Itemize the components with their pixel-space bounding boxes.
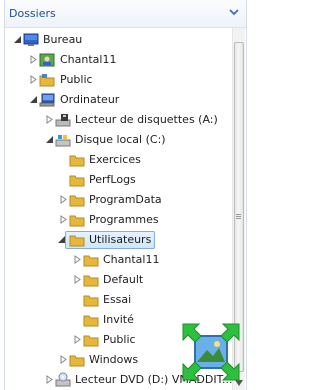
collapse-arrow-icon[interactable]: [13, 35, 22, 44]
tree-label: ProgramData: [89, 193, 162, 206]
tree-item-exercices[interactable]: Exercices: [5, 150, 233, 170]
expand-image-icon[interactable]: [181, 322, 241, 382]
user-folder-icon: [39, 53, 55, 67]
tree-label: Default: [103, 273, 144, 286]
tree-label: Exercices: [89, 153, 141, 166]
collapse-arrow-icon[interactable]: [29, 95, 38, 104]
folder-icon: [83, 335, 99, 347]
tree-label: PerfLogs: [89, 173, 136, 186]
tree-item-chantal11[interactable]: Chantal11: [5, 50, 233, 70]
expand-arrow-icon[interactable]: [29, 75, 38, 84]
folder-icon: [83, 275, 99, 287]
expand-arrow-icon[interactable]: [73, 255, 82, 264]
folder-icon: [83, 255, 99, 267]
tree-label: Bureau: [43, 33, 83, 46]
expand-arrow-icon[interactable]: [29, 55, 38, 64]
folder-icon: [39, 74, 55, 87]
folder-icon: [69, 235, 85, 247]
tree-label: Public: [60, 73, 93, 86]
tree-label: Windows: [89, 353, 139, 366]
collapse-arrow-icon[interactable]: [45, 135, 54, 144]
tree-label: Programmes: [89, 213, 159, 226]
chevron-down-icon[interactable]: [227, 5, 241, 19]
tree-label: Essai: [103, 293, 132, 306]
tree-label: Invité: [103, 313, 134, 326]
tree-label: Ordinateur: [60, 93, 120, 106]
desktop-icon: [23, 33, 39, 46]
folder-icon: [83, 315, 99, 327]
folder-icon: [69, 155, 85, 167]
scrollbar-grip: [236, 214, 241, 215]
tree-item-utilisateurs[interactable]: Utilisateurs: [5, 230, 233, 250]
folder-icon: [69, 355, 85, 367]
tree-label: Public: [103, 333, 136, 346]
tree-item-programdata[interactable]: ProgramData: [5, 190, 233, 210]
tree-item-programmes[interactable]: Programmes: [5, 210, 233, 230]
folder-icon: [69, 195, 85, 207]
expand-arrow-icon[interactable]: [73, 335, 82, 344]
tree-label: Utilisateurs: [89, 233, 152, 246]
tree-item-local-disk-c[interactable]: Disque local (C:): [5, 130, 233, 150]
tree-label: Lecteur de disquettes (A:): [75, 113, 218, 126]
computer-icon: [39, 93, 55, 107]
expand-arrow-icon[interactable]: [59, 195, 68, 204]
tree-item-bureau[interactable]: Bureau: [5, 30, 233, 50]
tree-label: Chantal11: [60, 53, 117, 66]
tree-item-floppy-drive[interactable]: Lecteur de disquettes (A:): [5, 110, 233, 130]
tree-item-public[interactable]: Public: [5, 70, 233, 90]
tree-item-ordinateur[interactable]: Ordinateur: [5, 90, 233, 110]
hard-drive-icon: [55, 135, 71, 147]
expand-arrow-icon[interactable]: [45, 115, 54, 124]
folders-title: Dossiers: [9, 7, 56, 20]
tree-item-chantal11-user[interactable]: Chantal11: [5, 250, 233, 270]
expand-arrow-icon[interactable]: [73, 275, 82, 284]
tree-item-perflogs[interactable]: PerfLogs: [5, 170, 233, 190]
folder-icon: [69, 175, 85, 187]
floppy-drive-icon: [55, 114, 71, 127]
collapse-arrow-icon[interactable]: [57, 235, 66, 244]
tree-label: Disque local (C:): [75, 133, 166, 146]
dvd-drive-icon: [55, 372, 71, 387]
expand-arrow-icon[interactable]: [59, 355, 68, 364]
folder-icon: [83, 295, 99, 307]
folders-header[interactable]: Dossiers: [5, 0, 246, 28]
folder-icon: [69, 215, 85, 227]
expand-arrow-icon[interactable]: [59, 215, 68, 224]
expand-arrow-icon[interactable]: [45, 375, 54, 384]
tree-item-default[interactable]: Default: [5, 270, 233, 290]
tree-label: Chantal11: [103, 253, 160, 266]
tree-item-essai[interactable]: Essai: [5, 290, 233, 310]
